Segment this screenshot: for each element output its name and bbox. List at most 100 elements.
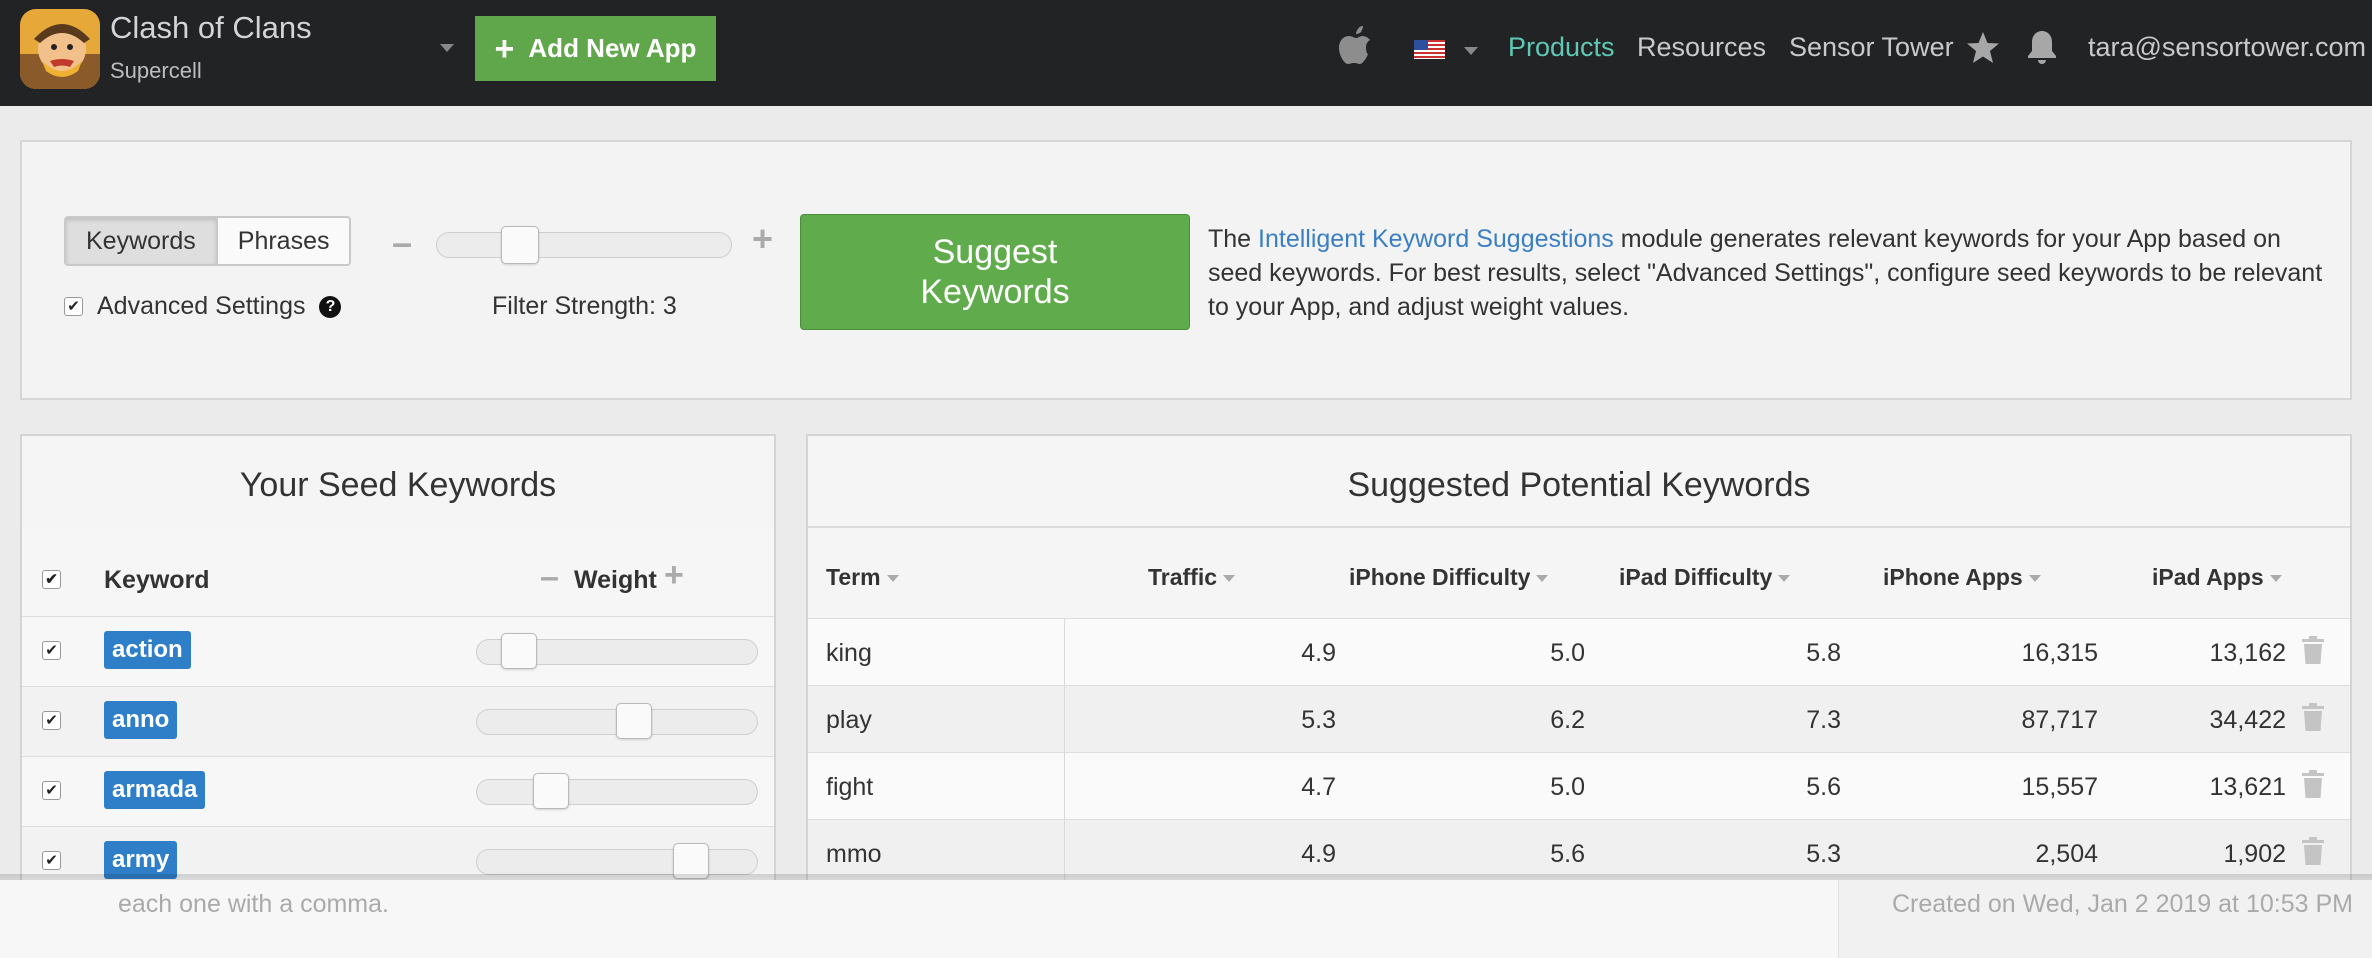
ipad-difficulty-cell: 5.8 — [1806, 639, 1841, 667]
app-icon[interactable] — [20, 9, 100, 89]
iphone-difficulty-column-header[interactable]: iPhone Difficulty — [1349, 564, 1549, 591]
bell-icon[interactable] — [2026, 29, 2058, 65]
seed-keyword-checkbox[interactable]: ✔ — [42, 641, 61, 660]
traffic-cell: 4.9 — [1301, 840, 1336, 868]
nav-sensor-tower[interactable]: Sensor Tower — [1789, 32, 1954, 63]
iphone-apps-column-header[interactable]: iPhone Apps — [1883, 564, 2041, 591]
sort-caret-icon — [2028, 575, 2041, 583]
app-switcher-caret-icon[interactable] — [440, 44, 454, 52]
delete-trash-icon[interactable] — [2302, 770, 2324, 798]
intelligent-keyword-suggestions-link[interactable]: Intelligent Keyword Suggestions — [1258, 225, 1614, 253]
star-icon[interactable] — [1965, 30, 2001, 66]
weight-slider-handle[interactable] — [616, 703, 653, 739]
seed-keyword-badge[interactable]: action — [104, 631, 191, 669]
iphone-apps-header-label: iPhone Apps — [1883, 564, 2023, 590]
ipad-difficulty-cell: 7.3 — [1806, 706, 1841, 734]
add-new-app-label: Add New App — [528, 33, 697, 63]
traffic-cell: 5.3 — [1301, 706, 1336, 734]
filter-strength-slider[interactable] — [436, 232, 732, 258]
ipad-apps-cell: 34,422 — [2209, 706, 2286, 734]
iphone-difficulty-cell: 5.0 — [1550, 773, 1585, 801]
seed-keyword-row: ✔ anno — [22, 686, 774, 756]
term-column-header[interactable]: Term — [826, 564, 899, 591]
seed-keyword-checkbox[interactable]: ✔ — [42, 711, 61, 730]
suggested-keywords-panel: Suggested Potential Keywords Term Traffi… — [806, 434, 2352, 894]
help-icon[interactable]: ? — [319, 295, 342, 318]
ipad-apps-cell: 13,621 — [2209, 773, 2286, 801]
iphone-apps-cell: 15,557 — [2021, 773, 2098, 801]
suggested-keyword-row[interactable]: fight 4.7 5.0 5.6 15,557 13,621 — [808, 752, 2350, 819]
iphone-difficulty-cell: 6.2 — [1550, 706, 1585, 734]
seed-keyword-badge[interactable]: armada — [104, 771, 206, 809]
seed-keyword-badge[interactable]: anno — [104, 701, 178, 739]
sort-caret-icon — [1536, 575, 1549, 583]
traffic-cell: 4.7 — [1301, 773, 1336, 801]
select-all-checkbox[interactable]: ✔ — [42, 570, 61, 589]
term-cell: fight — [826, 773, 874, 801]
weight-slider-handle[interactable] — [500, 633, 537, 669]
weight-slider[interactable] — [476, 849, 758, 875]
instruction-text: each one with a comma. — [118, 890, 389, 918]
term-column-divider — [1064, 686, 1065, 752]
seed-keyword-row: ✔ armada — [22, 756, 774, 826]
delete-trash-icon[interactable] — [2302, 837, 2324, 865]
iphone-difficulty-header-label: iPhone Difficulty — [1349, 564, 1531, 590]
country-caret-icon[interactable] — [1464, 47, 1478, 55]
apple-icon[interactable] — [1337, 26, 1373, 66]
weight-column-header: Weight — [574, 566, 657, 594]
seed-table-header: ✔ Keyword – Weight + — [22, 526, 774, 616]
filter-slider-handle[interactable] — [501, 226, 539, 264]
tab-keywords[interactable]: Keywords — [66, 218, 216, 264]
module-description: The Intelligent Keyword Suggestions modu… — [1208, 222, 2328, 324]
suggest-label-line1: Suggest — [932, 233, 1058, 271]
sort-caret-icon — [1778, 575, 1791, 583]
ipad-apps-column-header[interactable]: iPad Apps — [2152, 564, 2282, 591]
ipad-apps-cell: 13,162 — [2209, 639, 2286, 667]
app-name[interactable]: Clash of Clans — [110, 10, 312, 46]
suggested-keyword-row[interactable]: play 5.3 6.2 7.3 87,717 34,422 — [808, 685, 2350, 752]
iphone-apps-cell: 2,504 — [2035, 840, 2098, 868]
desc-prefix: The — [1208, 225, 1259, 253]
sort-caret-icon — [1223, 575, 1236, 583]
seed-keywords-panel: Your Seed Keywords ✔ Keyword – Weight + … — [20, 434, 776, 894]
created-timestamp: Created on Wed, Jan 2 2019 at 10:53 PM — [1892, 890, 2353, 918]
nav-resources[interactable]: Resources — [1637, 32, 1766, 63]
filter-decrease-button[interactable]: – — [392, 222, 412, 264]
traffic-header-label: Traffic — [1148, 564, 1218, 590]
traffic-column-header[interactable]: Traffic — [1148, 564, 1236, 591]
iphone-apps-cell: 87,717 — [2021, 706, 2098, 734]
advanced-settings-checkbox[interactable]: ✔ — [64, 297, 83, 316]
delete-trash-icon[interactable] — [2302, 703, 2324, 731]
delete-trash-icon[interactable] — [2302, 636, 2324, 664]
suggest-keywords-button[interactable]: Suggest Keywords — [800, 214, 1190, 330]
weight-decrease-all-button[interactable]: – — [540, 558, 559, 597]
suggest-label-line2: Keywords — [920, 273, 1070, 311]
keyword-settings-panel: Keywords Phrases ✔ Advanced Settings ? –… — [20, 140, 2352, 400]
nav-products[interactable]: Products — [1508, 32, 1615, 63]
iphone-difficulty-cell: 5.0 — [1550, 639, 1585, 667]
user-email-menu[interactable]: tara@sensortower.com — [2088, 32, 2366, 63]
weight-slider[interactable] — [476, 779, 758, 805]
tab-phrases[interactable]: Phrases — [215, 218, 350, 264]
filter-strength-label: Filter Strength: 3 — [492, 292, 677, 320]
add-new-app-button[interactable]: + Add New App — [475, 16, 716, 81]
suggested-keyword-row[interactable]: king 4.9 5.0 5.8 16,315 13,162 — [808, 618, 2350, 685]
ipad-apps-cell: 1,902 — [2223, 840, 2286, 868]
filter-increase-button[interactable]: + — [752, 218, 773, 260]
sort-caret-icon — [886, 575, 899, 583]
sort-caret-icon — [2269, 575, 2282, 583]
weight-increase-all-button[interactable]: + — [664, 556, 684, 595]
advanced-settings-label: Advanced Settings — [97, 292, 306, 320]
term-cell: mmo — [826, 840, 882, 868]
term-column-divider — [1064, 753, 1065, 819]
seed-panel-title: Your Seed Keywords — [239, 466, 557, 504]
seed-keyword-checkbox[interactable]: ✔ — [42, 781, 61, 800]
iphone-apps-cell: 16,315 — [2021, 639, 2098, 667]
ipad-difficulty-column-header[interactable]: iPad Difficulty — [1619, 564, 1791, 591]
seed-keyword-checkbox[interactable]: ✔ — [42, 851, 61, 870]
ipad-apps-header-label: iPad Apps — [2152, 564, 2264, 590]
us-flag-icon[interactable] — [1414, 40, 1445, 59]
weight-slider-handle[interactable] — [532, 773, 569, 809]
term-cell: play — [826, 706, 872, 734]
advanced-settings: ✔ Advanced Settings ? — [64, 292, 342, 321]
